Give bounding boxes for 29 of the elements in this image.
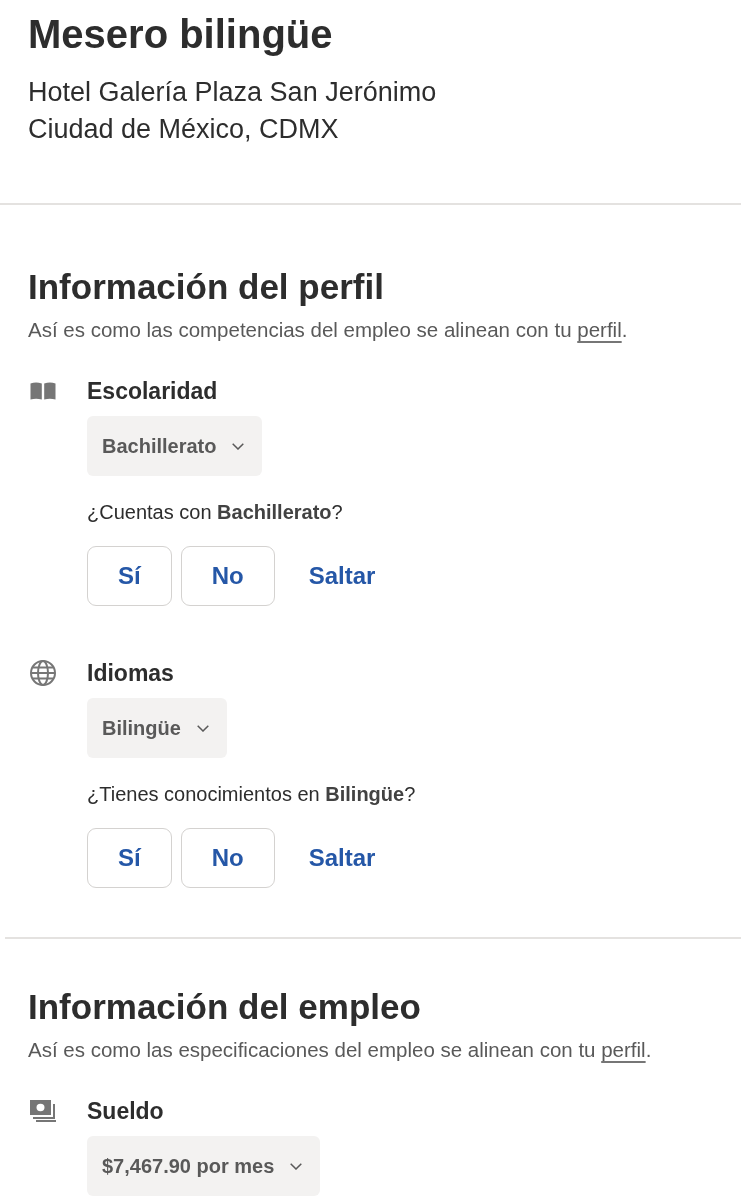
skip-button[interactable]: Saltar xyxy=(283,828,401,888)
answer-button[interactable]: No xyxy=(180,828,275,888)
job-title: Mesero bilingüe xyxy=(28,11,334,57)
criterion-label: Sueldo xyxy=(87,1097,164,1126)
chevron-down-icon xyxy=(232,442,245,450)
section-subtitle: Así es como las especificaciones del empleo se alinean con tu perfil. xyxy=(28,1037,653,1063)
section-subtitle: Así es como las competencias del empleo se alinean con tu perfil. xyxy=(28,317,629,343)
dropdown[interactable]: Bilingüe xyxy=(87,698,227,758)
book-icon xyxy=(30,382,56,400)
dropdown[interactable]: Bachillerato xyxy=(87,416,263,476)
answer-button[interactable]: Sí xyxy=(87,546,172,606)
criterion-label: Idiomas xyxy=(87,659,174,688)
profile-link[interactable]: perfil xyxy=(601,1038,646,1061)
globe-icon xyxy=(30,660,56,686)
answer-button[interactable]: No xyxy=(180,546,275,606)
skip-button[interactable]: Saltar xyxy=(283,546,401,606)
profile-link[interactable]: perfil xyxy=(577,318,622,341)
banknote-icon xyxy=(30,1100,56,1122)
answer-button[interactable]: Sí xyxy=(87,828,172,888)
chevron-down-icon xyxy=(290,1162,303,1170)
question-text: ¿Tienes conocimientos en Bilingüe? xyxy=(87,782,416,807)
dropdown[interactable]: $7,467.90 por mes xyxy=(87,1136,321,1196)
section-heading: Información del perfil xyxy=(28,267,385,307)
job-location: Ciudad de México, CDMX xyxy=(28,113,340,146)
criterion-label: Escolaridad xyxy=(87,377,218,406)
section-heading: Información del empleo xyxy=(28,987,422,1027)
question-text: ¿Cuentas con Bachillerato? xyxy=(87,500,343,525)
company-name: Hotel Galería Plaza San Jerónimo xyxy=(28,76,438,109)
chevron-down-icon xyxy=(196,724,209,732)
